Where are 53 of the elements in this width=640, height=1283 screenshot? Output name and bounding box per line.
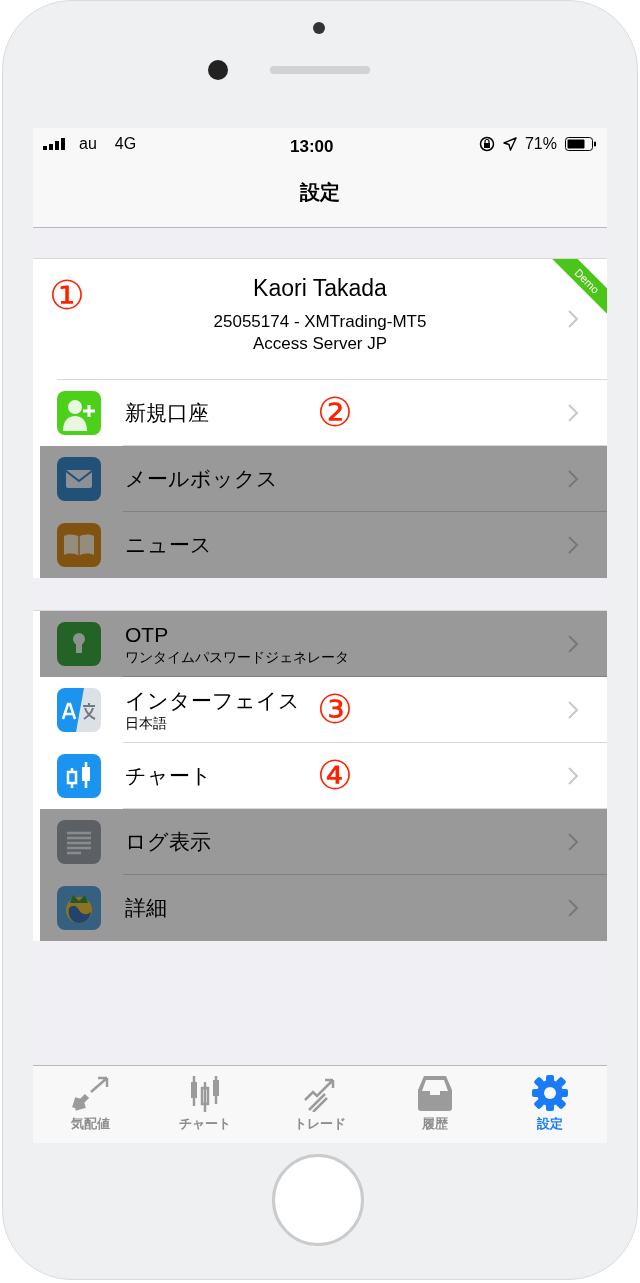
keyhole-icon — [57, 622, 101, 666]
translate-icon — [57, 688, 101, 732]
chevron-right-icon — [567, 700, 579, 720]
battery-icon — [565, 137, 597, 151]
settings-row[interactable]: OTP ワンタイムパスワードジェネレータ — [33, 611, 607, 677]
row-title: メールボックス — [125, 466, 278, 492]
annotation-number: ③ — [317, 689, 353, 729]
settings-row[interactable]: ログ表示 — [33, 809, 607, 875]
inbox-tray-icon — [415, 1074, 454, 1112]
screen-title: 設定 — [300, 179, 340, 205]
chevron-right-icon — [567, 634, 579, 654]
row-title: 詳細 — [125, 895, 167, 921]
candles-icon — [57, 754, 101, 798]
row-subtitle: ワンタイムパスワードジェネレータ — [125, 648, 349, 666]
rotation-lock-icon — [478, 136, 495, 152]
location-arrow-icon — [502, 137, 517, 151]
person-add-icon — [57, 391, 101, 435]
settings-row[interactable]: ニュース — [33, 512, 607, 578]
chevron-right-icon — [567, 535, 579, 555]
chevron-right-icon — [567, 309, 579, 329]
tab-bar-item[interactable]: 設定 — [492, 1066, 607, 1143]
account-server: Access Server JP — [252, 333, 388, 355]
annotation-number: ② — [317, 392, 353, 432]
arrows-icon — [71, 1074, 110, 1112]
carrier-label: au — [79, 134, 97, 154]
row-title: 新規口座 — [125, 400, 209, 426]
settings-icon — [530, 1074, 569, 1112]
mail-icon — [57, 457, 101, 501]
chevron-right-icon — [567, 469, 579, 489]
row-subtitle: 日本語 — [125, 714, 168, 732]
row-title: ニュース — [125, 532, 212, 558]
settings-row[interactable]: 詳細 — [33, 875, 607, 941]
globe-icon — [57, 886, 101, 930]
lines-icon — [57, 820, 101, 864]
account-name: Kaori Takada — [253, 274, 387, 303]
chevron-right-icon — [567, 898, 579, 918]
annotation-number: ① — [49, 275, 85, 315]
row-title: チャート — [125, 763, 212, 789]
annotation-number: ④ — [317, 755, 353, 795]
network-label: 4G — [114, 134, 137, 154]
chevron-right-icon — [567, 403, 579, 423]
book-icon — [57, 523, 101, 567]
account-login: 25055174 - XMTrading-MT5 — [213, 311, 427, 333]
settings-row[interactable]: 新規口座 ② — [33, 380, 607, 446]
row-title: OTP — [125, 622, 170, 648]
battery-percent: 71% — [524, 134, 557, 154]
chevron-right-icon — [567, 832, 579, 852]
row-title: ログ表示 — [125, 829, 211, 855]
settings-row[interactable]: チャート ④ — [33, 743, 607, 809]
chevron-right-icon — [567, 766, 579, 786]
row-title: インターフェイス — [125, 688, 300, 714]
clock-time: 13:00 — [290, 136, 334, 158]
settings-row[interactable]: メールボックス — [33, 446, 607, 512]
